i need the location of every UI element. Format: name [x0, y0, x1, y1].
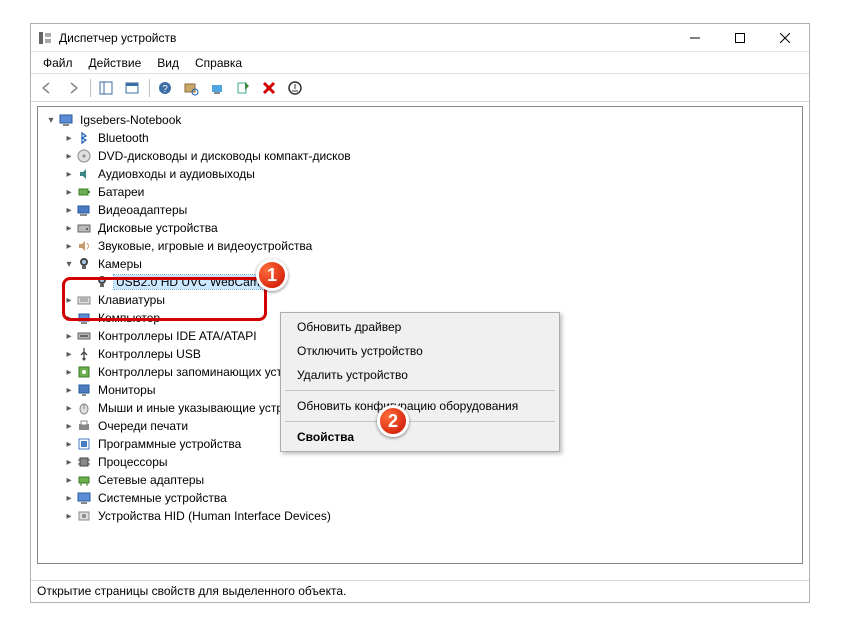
scan-hardware-button[interactable]: [179, 77, 203, 99]
chevron-right-icon[interactable]: ▸: [62, 347, 76, 361]
tree-category[interactable]: ▸Видеоадаптеры: [38, 201, 802, 219]
cm-update-driver[interactable]: Обновить драйвер: [283, 315, 557, 339]
cm-separator: [285, 421, 555, 422]
show-hide-tree-button[interactable]: [94, 77, 118, 99]
disable-device-button[interactable]: [283, 77, 307, 99]
chevron-right-icon[interactable]: ▸: [62, 401, 76, 415]
audio-io-icon: [76, 166, 92, 182]
battery-icon: [76, 184, 92, 200]
tree-category[interactable]: ▸Bluetooth: [38, 129, 802, 147]
chevron-right-icon[interactable]: ▸: [62, 455, 76, 469]
menu-help[interactable]: Справка: [187, 54, 250, 72]
menubar: Файл Действие Вид Справка: [31, 52, 809, 74]
tree-category[interactable]: ▸Аудиовходы и аудиовыходы: [38, 165, 802, 183]
storage-controller-icon: [76, 364, 92, 380]
software-device-icon: [76, 436, 92, 452]
ide-icon: [76, 328, 92, 344]
chevron-right-icon[interactable]: ▸: [62, 329, 76, 343]
usb-icon: [76, 346, 92, 362]
context-menu: Обновить драйвер Отключить устройство Уд…: [280, 312, 560, 452]
computer-icon: [58, 112, 74, 128]
minimize-button[interactable]: [672, 24, 717, 52]
svg-text:?: ?: [162, 84, 168, 95]
cm-separator: [285, 390, 555, 391]
monitor-icon: [76, 382, 92, 398]
annotation-badge-2: 2: [377, 405, 409, 437]
chevron-right-icon[interactable]: ▸: [62, 221, 76, 235]
chevron-right-icon[interactable]: ▸: [62, 509, 76, 523]
hid-icon: [76, 508, 92, 524]
update-driver-button[interactable]: [205, 77, 229, 99]
tree-category[interactable]: ▸DVD-дисководы и дисководы компакт-диско…: [38, 147, 802, 165]
chevron-down-icon[interactable]: ▾: [44, 113, 58, 127]
system-icon: [76, 490, 92, 506]
root-label: Igsebers-Notebook: [78, 113, 183, 127]
close-button[interactable]: [762, 24, 807, 52]
titlebar: Диспетчер устройств: [31, 24, 809, 52]
cm-remove-device[interactable]: Удалить устройство: [283, 363, 557, 387]
app-icon: [37, 30, 53, 46]
chevron-right-icon[interactable]: ▸: [62, 149, 76, 163]
bluetooth-icon: [76, 130, 92, 146]
help-button[interactable]: ?: [153, 77, 177, 99]
print-queue-icon: [76, 418, 92, 434]
keyboard-icon: [76, 292, 92, 308]
chevron-right-icon[interactable]: ▸: [62, 203, 76, 217]
chevron-right-icon[interactable]: ▸: [62, 491, 76, 505]
enable-device-button[interactable]: [231, 77, 255, 99]
uninstall-device-button[interactable]: [257, 77, 281, 99]
chevron-right-icon[interactable]: ▸: [62, 419, 76, 433]
chevron-right-icon[interactable]: ▸: [62, 437, 76, 451]
tree-category[interactable]: ▸Системные устройства: [38, 489, 802, 507]
annotation-badge-1: 1: [256, 259, 288, 291]
chevron-right-icon[interactable]: ▸: [62, 293, 76, 307]
tree-category[interactable]: ▸Устройства HID (Human Interface Devices…: [38, 507, 802, 525]
tree-device-webcam[interactable]: USB2.0 HD UVC WebCam: [38, 273, 802, 291]
network-icon: [76, 472, 92, 488]
display-adapter-icon: [76, 202, 92, 218]
statusbar: Открытие страницы свойств для выделенног…: [31, 580, 809, 602]
toolbar: ?: [31, 74, 809, 102]
tree-category[interactable]: ▸Звуковые, игровые и видеоустройства: [38, 237, 802, 255]
window-title: Диспетчер устройств: [59, 31, 672, 45]
dvd-icon: [76, 148, 92, 164]
tree-category[interactable]: ▸Процессоры: [38, 453, 802, 471]
chevron-down-icon[interactable]: ▾: [62, 257, 76, 271]
maximize-button[interactable]: [717, 24, 762, 52]
chevron-right-icon[interactable]: ▸: [62, 239, 76, 253]
menu-view[interactable]: Вид: [149, 54, 187, 72]
chevron-right-icon[interactable]: ▸: [62, 167, 76, 181]
chevron-right-icon[interactable]: ▸: [62, 473, 76, 487]
chevron-right-icon[interactable]: ▸: [62, 383, 76, 397]
status-text: Открытие страницы свойств для выделенног…: [37, 584, 346, 598]
cm-properties[interactable]: Свойства: [283, 425, 557, 449]
chevron-right-icon[interactable]: ▸: [62, 185, 76, 199]
tree-category[interactable]: ▸Дисковые устройства: [38, 219, 802, 237]
cm-disable-device[interactable]: Отключить устройство: [283, 339, 557, 363]
computer-icon: [76, 310, 92, 326]
properties-toolbar-button[interactable]: [120, 77, 144, 99]
forward-button[interactable]: [61, 77, 85, 99]
menu-file[interactable]: Файл: [35, 54, 81, 72]
tree-category[interactable]: ▸Клавиатуры: [38, 291, 802, 309]
menu-action[interactable]: Действие: [81, 54, 150, 72]
tree-category[interactable]: ▸Сетевые адаптеры: [38, 471, 802, 489]
tree-root[interactable]: ▾ Igsebers-Notebook: [38, 111, 802, 129]
chevron-right-icon[interactable]: ▸: [62, 311, 76, 325]
chevron-right-icon[interactable]: ▸: [62, 131, 76, 145]
camera-icon: [94, 274, 110, 290]
sound-icon: [76, 238, 92, 254]
tree-category[interactable]: ▸Батареи: [38, 183, 802, 201]
tree-category-cameras[interactable]: ▾Камеры: [38, 255, 802, 273]
cm-rescan-hardware[interactable]: Обновить конфигурацию оборудования: [283, 394, 557, 418]
disk-icon: [76, 220, 92, 236]
camera-icon: [76, 256, 92, 272]
back-button[interactable]: [35, 77, 59, 99]
chevron-right-icon[interactable]: ▸: [62, 365, 76, 379]
cpu-icon: [76, 454, 92, 470]
mouse-icon: [76, 400, 92, 416]
